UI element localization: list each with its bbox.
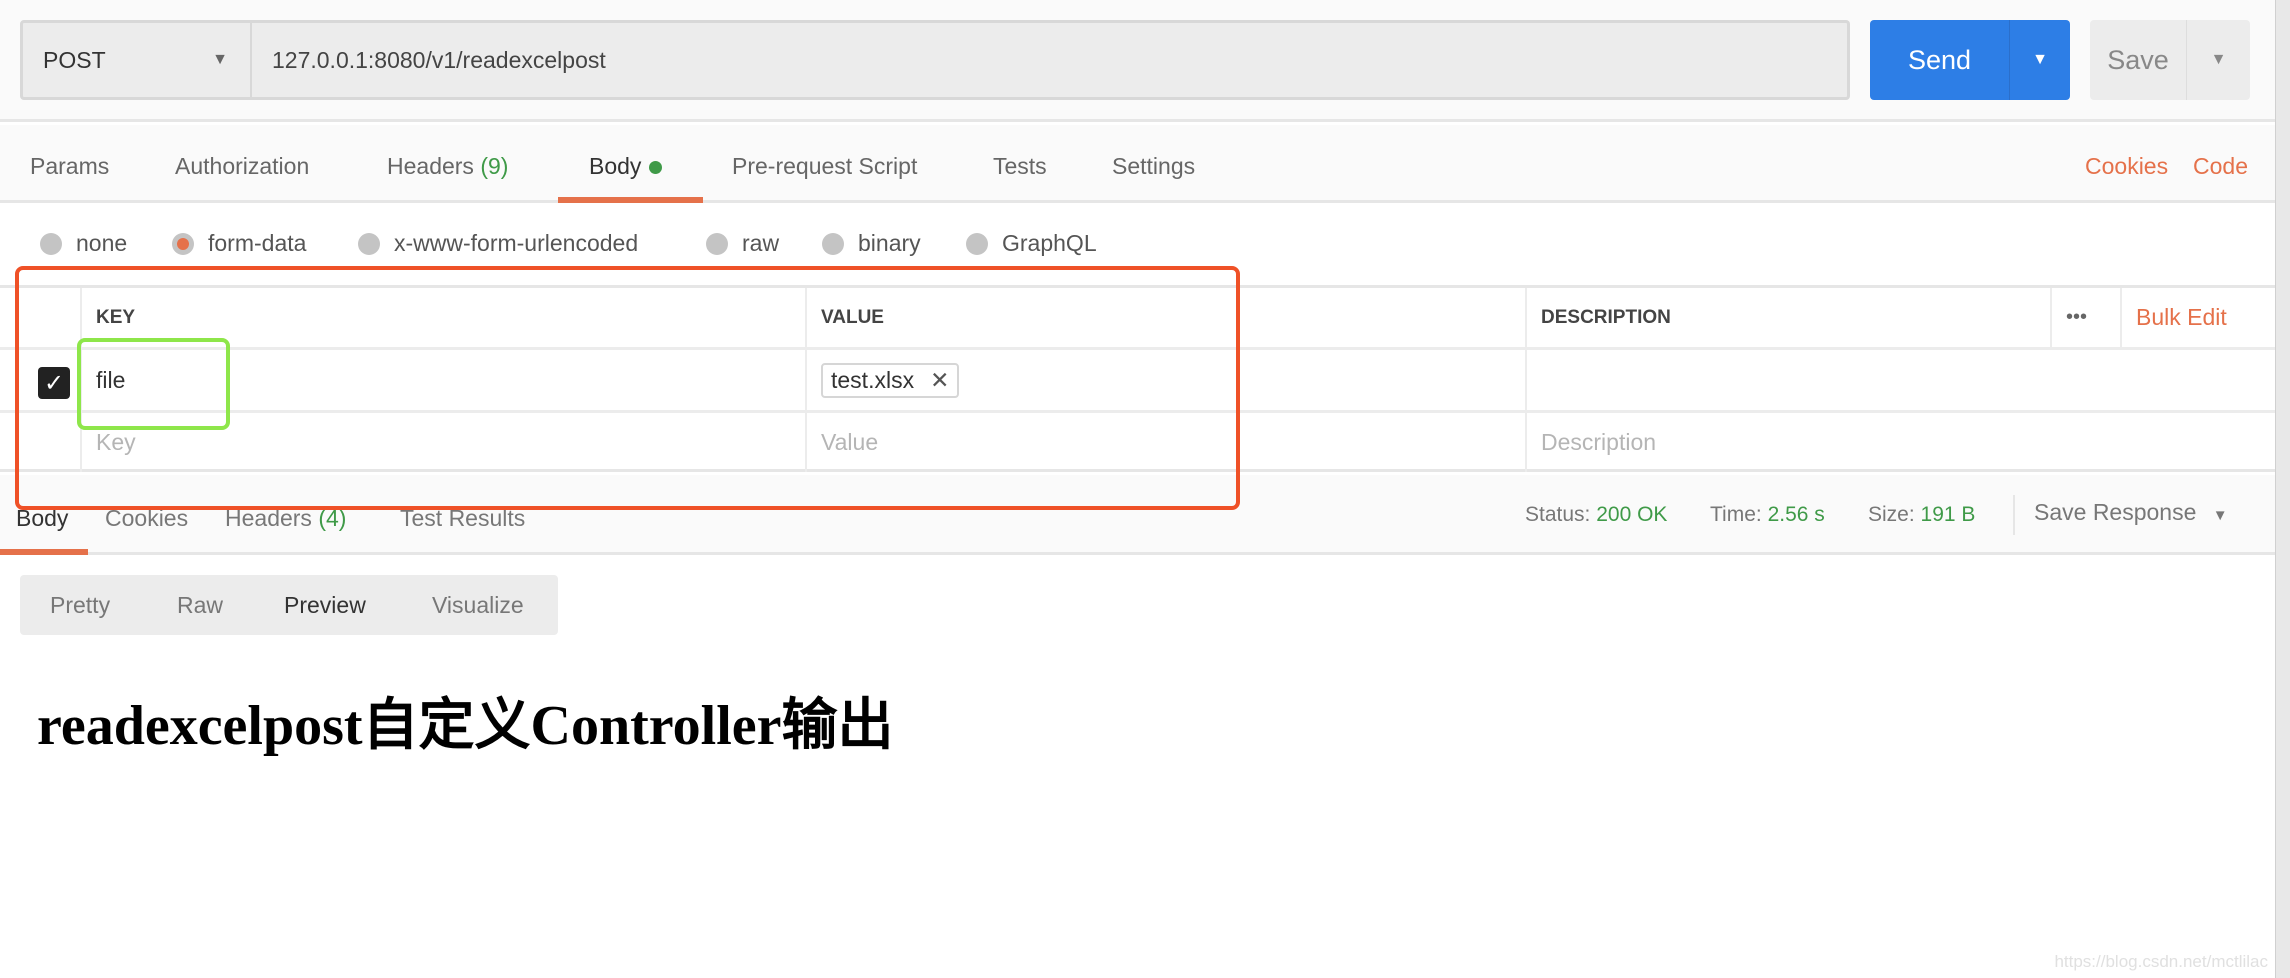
radio-raw[interactable]: raw [706, 230, 779, 257]
response-tab-body[interactable]: Body [16, 505, 68, 532]
table-header-row: KEY VALUE DESCRIPTION ••• Bulk Edit [0, 288, 2275, 350]
tab-label: Headers [225, 505, 312, 531]
file-name: test.xlsx [831, 366, 915, 393]
description-placeholder-input[interactable]: Description [1525, 413, 2275, 472]
radio-icon [706, 232, 728, 255]
key-placeholder-input[interactable]: Key [80, 413, 805, 472]
tab-headers[interactable]: Headers (9) [387, 153, 508, 180]
save-label: Save [2090, 20, 2187, 100]
row-checkbox[interactable]: ✓ [38, 367, 70, 399]
radio-label: x-www-form-urlencoded [394, 230, 639, 256]
save-button[interactable]: Save ▼ [2090, 20, 2250, 100]
request-bar: POST ▼ 127.0.0.1:8080/v1/readexcelpost Se… [0, 0, 2275, 122]
time-value: 2.56 s [1767, 503, 1825, 526]
chevron-down-icon: ▼ [2212, 507, 2228, 524]
tab-label: Headers [387, 153, 474, 179]
tab-tests[interactable]: Tests [993, 153, 1047, 180]
active-tab-indicator [558, 197, 703, 203]
active-response-tab-indicator [0, 549, 88, 555]
radio-icon [966, 232, 988, 255]
tab-authorization[interactable]: Authorization [175, 153, 309, 180]
form-data-table: KEY VALUE DESCRIPTION ••• Bulk Edit ✓ fi… [0, 285, 2275, 472]
send-label: Send [1870, 20, 2010, 100]
method-label: POST [43, 46, 106, 73]
radio-graphql[interactable]: GraphQL [966, 230, 1097, 257]
status-label: Status: [1525, 503, 1591, 526]
radio-label: GraphQL [1002, 230, 1097, 256]
description-header: DESCRIPTION [1525, 288, 2050, 347]
send-button[interactable]: Send ▼ [1870, 20, 2070, 100]
tab-pre-request-script[interactable]: Pre-request Script [732, 153, 917, 180]
remove-file-icon[interactable]: ✕ [930, 367, 949, 394]
size-readout: Size: 191 B [1868, 503, 1975, 527]
view-mode-tabs: Pretty Raw Preview Visualize [20, 575, 558, 635]
status-value: 200 OK [1596, 503, 1668, 526]
bulk-edit-link[interactable]: Bulk Edit [2120, 288, 2275, 347]
active-dot-icon [649, 161, 663, 175]
status-readout: Status: 200 OK [1525, 503, 1667, 527]
value-header: VALUE [805, 288, 1525, 347]
key-header: KEY [80, 288, 805, 347]
more-options-icon[interactable]: ••• [2050, 288, 2120, 347]
radio-label: raw [742, 230, 780, 256]
time-label: Time: [1710, 503, 1762, 526]
response-tab-test-results[interactable]: Test Results [400, 505, 525, 532]
scrollbar[interactable] [2275, 0, 2290, 978]
view-pretty[interactable]: Pretty [50, 592, 110, 619]
radio-label: binary [858, 230, 921, 256]
radio-label: form-data [208, 230, 307, 256]
method-select[interactable]: POST ▼ [20, 20, 252, 100]
preview-heading: readexcelpost自定义Controller输出 [37, 695, 894, 757]
request-tabs: Params Authorization Headers (9) Body Pr… [0, 125, 2275, 203]
radio-form-data[interactable]: form-data [172, 230, 306, 257]
url-input[interactable]: 127.0.0.1:8080/v1/readexcelpost [252, 20, 1850, 100]
cookies-link[interactable]: Cookies [2085, 153, 2168, 180]
value-placeholder-input[interactable]: Value [805, 413, 1525, 472]
table-row-empty: Key Value Description [0, 413, 2275, 472]
radio-selected-icon [172, 232, 194, 255]
radio-binary[interactable]: binary [822, 230, 921, 257]
response-bar: Body Cookies Headers (4) Test Results St… [0, 475, 2275, 555]
tab-params[interactable]: Params [30, 153, 109, 180]
radio-label: none [76, 230, 128, 256]
tab-settings[interactable]: Settings [1112, 153, 1195, 180]
send-dropdown-icon[interactable]: ▼ [2010, 20, 2070, 100]
code-link[interactable]: Code [2193, 153, 2248, 180]
size-label: Size: [1868, 503, 1915, 526]
file-chip: test.xlsx ✕ [821, 362, 960, 398]
response-tab-headers[interactable]: Headers (4) [225, 505, 346, 532]
radio-icon [822, 232, 844, 255]
radio-icon [40, 232, 62, 255]
size-value: 191 B [1920, 503, 1976, 526]
value-cell: test.xlsx ✕ [805, 350, 1525, 410]
save-dropdown-icon[interactable]: ▼ [2187, 20, 2250, 100]
save-response-button[interactable]: Save Response ▼ [2034, 499, 2228, 526]
watermark: https://blog.csdn.net/mctlilac [2054, 952, 2268, 971]
tab-body[interactable]: Body [589, 153, 663, 180]
url-value: 127.0.0.1:8080/v1/readexcelpost [272, 46, 606, 73]
key-input[interactable]: file [80, 350, 805, 410]
divider [2013, 495, 2015, 535]
radio-x-www-form-urlencoded[interactable]: x-www-form-urlencoded [358, 230, 638, 257]
view-visualize[interactable]: Visualize [432, 592, 524, 619]
headers-count: (9) [480, 153, 509, 179]
view-raw[interactable]: Raw [177, 592, 223, 619]
tab-label: Body [589, 153, 642, 179]
table-row: ✓ file test.xlsx ✕ [0, 350, 2275, 413]
body-type-radios: none form-data x-www-form-urlencoded raw… [0, 206, 2275, 285]
chevron-down-icon: ▼ [212, 51, 228, 68]
headers-count: (4) [318, 505, 347, 531]
radio-none[interactable]: none [40, 230, 127, 257]
time-readout: Time: 2.56 s [1710, 503, 1825, 527]
response-tab-cookies[interactable]: Cookies [105, 505, 188, 532]
view-preview[interactable]: Preview [284, 592, 366, 619]
save-response-label: Save Response [2034, 499, 2197, 525]
description-input[interactable] [1525, 350, 2275, 410]
radio-icon [358, 232, 380, 255]
